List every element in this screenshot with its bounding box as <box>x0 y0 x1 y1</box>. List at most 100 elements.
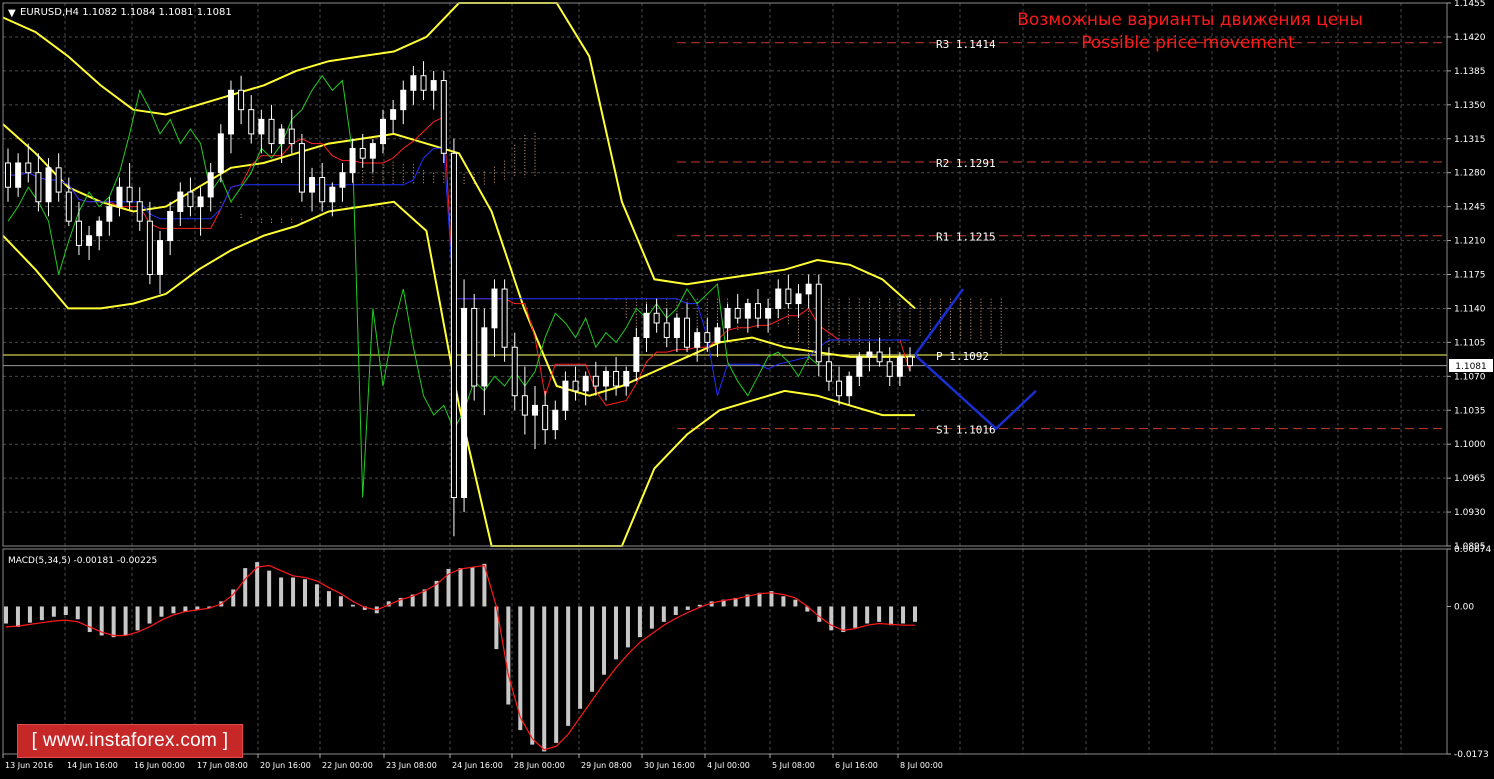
y-tick-label: 1.1315 <box>1454 135 1486 145</box>
macd-bar <box>793 599 798 607</box>
candle-body <box>552 409 559 431</box>
candle-body <box>876 351 883 363</box>
candle-body <box>227 89 234 135</box>
macd-bar <box>51 606 56 617</box>
macd-bar <box>326 591 331 607</box>
candle-body <box>663 322 670 339</box>
macd-bar <box>267 570 272 607</box>
pivot-level-label: R1 1.1215 <box>936 231 996 244</box>
candle-body <box>278 128 285 145</box>
y-tick-label: 1.1035 <box>1454 406 1486 416</box>
candle-body <box>379 118 386 145</box>
candle-body <box>420 75 427 91</box>
candle-body <box>410 75 417 91</box>
candle-body <box>815 283 822 363</box>
candle-body <box>65 191 72 222</box>
macd-bar <box>458 568 463 607</box>
macd-bar <box>554 606 559 743</box>
macd-bar <box>578 606 583 709</box>
candle-body <box>298 143 305 193</box>
candle-body <box>339 172 346 188</box>
candle-body <box>177 191 184 212</box>
candle-body <box>359 147 366 159</box>
macd-bar <box>135 606 140 631</box>
macd-bar <box>87 606 92 633</box>
y-tick-label: 1.1455 <box>1454 0 1486 9</box>
symbol-info: EURUSD,H4 1.1082 1.1084 1.1081 1.1081 <box>20 7 232 18</box>
candle-body <box>684 317 691 348</box>
macd-bar <box>637 606 642 638</box>
candle-body <box>15 162 22 188</box>
candle-body <box>866 351 873 358</box>
candle-body <box>714 327 721 343</box>
candle-body <box>907 356 913 367</box>
candle-body <box>734 307 741 319</box>
chart-window: R3 1.1414 R2 1.1291 R1 1.1215 P 1.1092 S1 1.… <box>0 0 1494 775</box>
candle-body <box>795 293 802 305</box>
macd-bar <box>673 606 678 616</box>
candle-body <box>329 186 336 203</box>
macd-bar <box>15 606 20 627</box>
macd-bar <box>243 568 248 607</box>
pivot-level-label: S1 1.1016 <box>936 424 996 437</box>
candle-body <box>582 375 589 392</box>
candle-body <box>207 172 214 198</box>
pivot-level-label: P 1.1092 <box>936 350 989 363</box>
macd-bar <box>913 606 917 622</box>
candle-body <box>775 288 782 309</box>
macd-y-tick-label: 0.00 <box>1454 602 1474 612</box>
macd-bar <box>111 606 116 638</box>
candle-body <box>400 89 407 111</box>
candle-body <box>491 288 498 329</box>
candle-body <box>106 206 113 222</box>
y-tick-label: 1.1420 <box>1454 33 1486 43</box>
x-tick-label: 29 Jun 08:00 <box>581 761 632 770</box>
candle-body <box>25 162 32 174</box>
candle-body <box>643 312 650 339</box>
y-tick-label: 1.1280 <box>1454 169 1486 179</box>
candle-body <box>765 307 772 319</box>
macd-info: MACD(5,34,5) -0.00181 -0.00225 <box>8 556 157 566</box>
price-chart[interactable]: R3 1.1414 R2 1.1291 R1 1.1215 P 1.1092 S1 1.… <box>0 0 1494 775</box>
macd-bar <box>506 606 511 705</box>
x-tick-label: 13 Jun 2016 <box>5 761 53 770</box>
macd-bar <box>314 584 319 607</box>
candle-body <box>369 143 376 159</box>
candle-body <box>724 307 731 329</box>
macd-bar <box>338 596 343 607</box>
macd-bar <box>159 606 164 617</box>
macd-bar <box>470 567 475 607</box>
x-tick-label: 23 Jun 08:00 <box>386 761 437 770</box>
macd-y-tick-label: -0.0173 <box>1454 750 1489 760</box>
candle-body <box>511 346 518 397</box>
candle-body <box>5 162 11 188</box>
candle-body <box>754 303 761 319</box>
candle-body <box>521 395 528 416</box>
macd-bar <box>4 606 8 624</box>
candle-body <box>846 375 853 397</box>
macd-y-tick-label: 0.00674 <box>1454 545 1491 555</box>
candle-body <box>653 312 660 324</box>
candle-body <box>309 177 316 193</box>
macd-bar <box>685 606 690 610</box>
macd-bar <box>613 606 618 660</box>
macd-bar <box>661 606 666 622</box>
candle-body <box>562 380 569 411</box>
macd-bar <box>901 606 906 624</box>
dropdown-arrow-icon[interactable]: ▼ <box>8 8 16 19</box>
y-tick-label: 1.0965 <box>1454 474 1486 484</box>
candle-body <box>744 303 751 319</box>
instaforex-logo[interactable]: [ www.instaforex.com ] <box>17 724 243 758</box>
macd-bar <box>39 606 44 621</box>
candle-body <box>248 109 255 135</box>
macd-bar <box>865 606 870 624</box>
y-tick-label: 1.1000 <box>1454 440 1486 450</box>
candle-body <box>217 133 224 174</box>
candle-body <box>55 167 62 193</box>
x-tick-label: 17 Jun 08:00 <box>197 761 248 770</box>
candle-body <box>440 80 447 154</box>
grid <box>2 2 1447 754</box>
candle-body <box>238 89 245 111</box>
candle-body <box>187 191 194 208</box>
candle-body <box>602 370 609 387</box>
